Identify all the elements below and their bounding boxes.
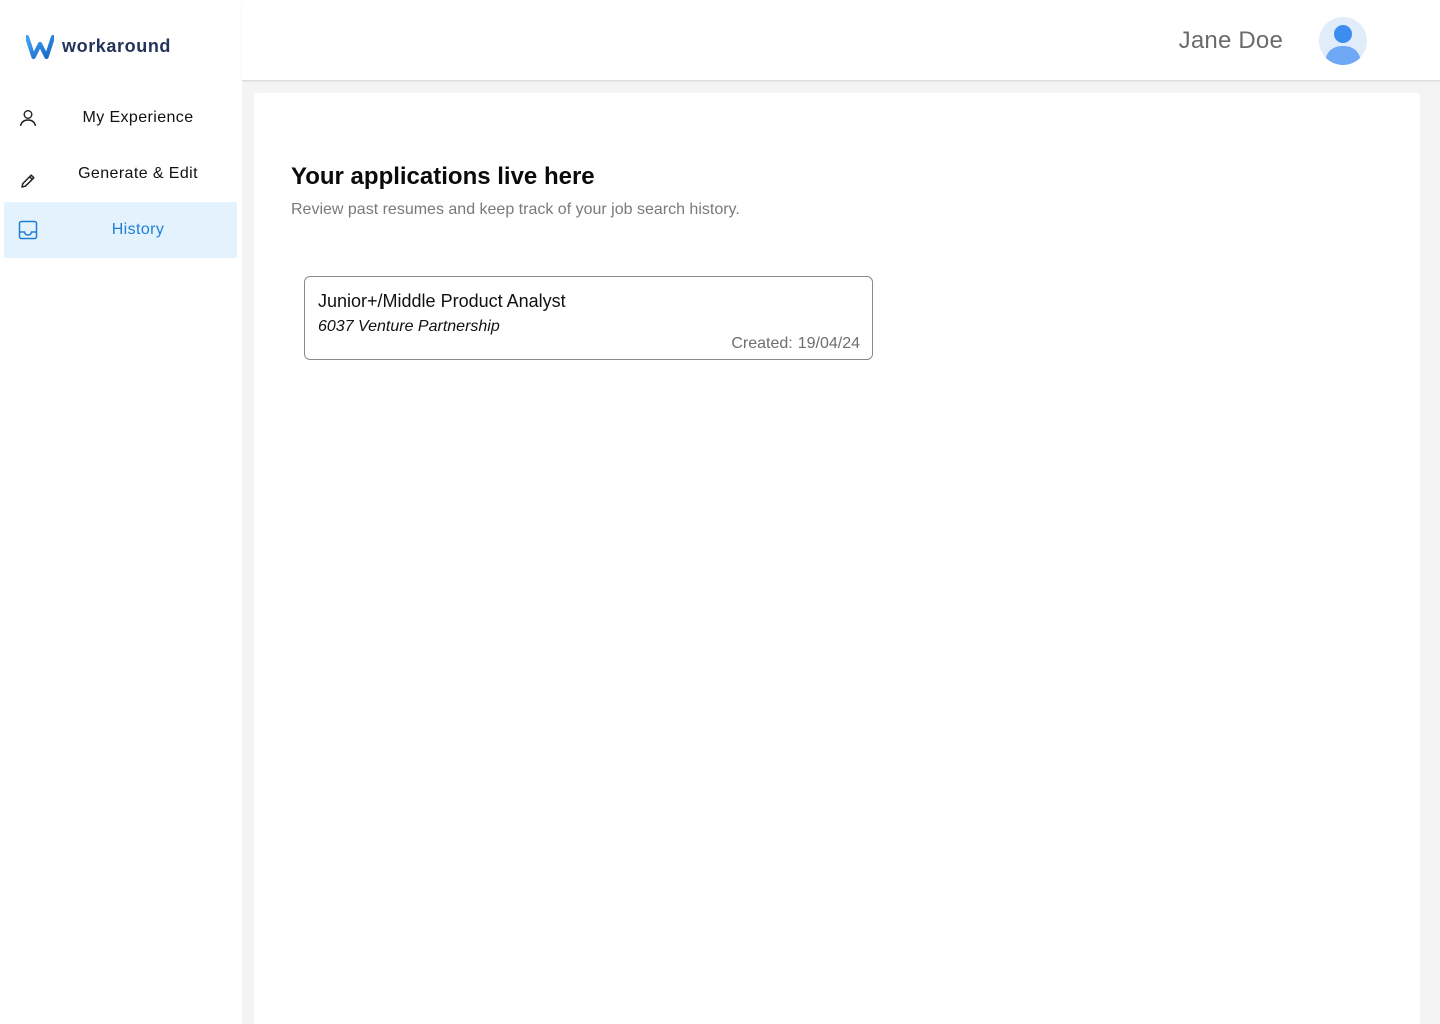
application-company: 6037 Venture Partnership: [318, 318, 500, 335]
application-title: Junior+/Middle Product Analyst: [318, 291, 566, 311]
brand-logo[interactable]: workaround: [26, 32, 171, 60]
page-title: Your applications live here: [291, 163, 595, 190]
sidebar-item-label: My Experience: [82, 109, 194, 126]
sidebar-item-history[interactable]: History: [4, 202, 237, 258]
sidebar-item-my-experience[interactable]: My Experience: [4, 90, 237, 146]
page-subtitle: Review past resumes and keep track of yo…: [291, 201, 740, 218]
sidebar-nav: My Experience Generate & Edit History: [4, 90, 237, 258]
app-root: workaround My Experience Generate & Edit…: [0, 0, 1440, 1024]
sidebar: workaround My Experience Generate & Edit…: [0, 0, 242, 1024]
w-logo-icon: [26, 34, 54, 60]
top-header: Jane Doe: [242, 0, 1440, 81]
main-panel: Your applications live here Review past …: [254, 93, 1420, 1024]
avatar-icon: [1325, 25, 1361, 65]
sidebar-item-label: Generate & Edit: [78, 165, 198, 182]
created-label: Created:: [731, 335, 793, 352]
sidebar-item-label: History: [111, 221, 165, 238]
avatar[interactable]: [1319, 17, 1367, 65]
application-card[interactable]: Junior+/Middle Product Analyst 6037 Vent…: [304, 276, 873, 360]
application-created: Created: 19/04/24: [731, 335, 860, 353]
brand-name: workaround: [62, 35, 172, 56]
user-name[interactable]: Jane Doe: [1179, 27, 1283, 55]
sidebar-item-generate-edit[interactable]: Generate & Edit: [4, 146, 237, 202]
created-date: 19/04/24: [797, 335, 860, 352]
